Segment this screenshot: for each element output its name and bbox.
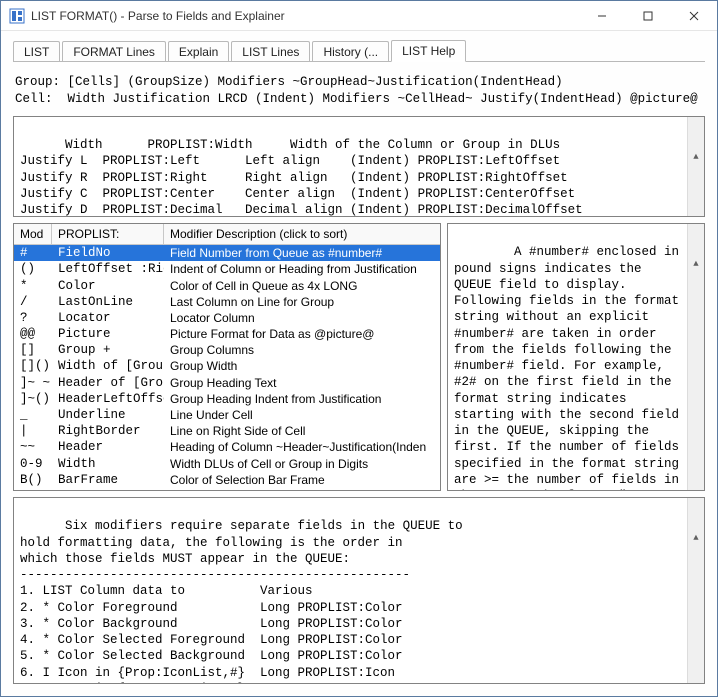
table-row[interactable]: |RightBorderLine on Right Side of Cell: [14, 423, 440, 439]
cell-prop: Group +: [52, 343, 164, 357]
tab-list-help[interactable]: LIST Help: [391, 40, 466, 62]
scroll-up-icon[interactable]: ▲: [688, 257, 704, 274]
cell-prop: Color: [52, 279, 164, 293]
grid-body[interactable]: #FieldNoField Number from Queue as #numb…: [14, 245, 440, 490]
modifier-grid[interactable]: Mod PROPLIST: Modifier Description (clic…: [13, 223, 441, 491]
cell-desc: Last Column on Line for Group: [164, 295, 440, 309]
cell-prop: Width: [52, 457, 164, 471]
scroll-up-icon[interactable]: ▲: [688, 149, 704, 166]
scrollbar-queue[interactable]: ▲: [687, 498, 704, 683]
cell-prop: Header: [52, 440, 164, 454]
col-header-prop[interactable]: PROPLIST:: [52, 224, 164, 244]
cell-desc: Color of Cell in Queue as 4x LONG: [164, 279, 440, 293]
table-row[interactable]: ?LocatorLocator Column: [14, 310, 440, 326]
tab-list[interactable]: LIST: [13, 41, 60, 62]
tab-explain[interactable]: Explain: [168, 41, 229, 62]
table-row[interactable]: ()LeftOffset :RigIndent of Column or Hea…: [14, 261, 440, 277]
col-header-desc[interactable]: Modifier Description (click to sort): [164, 224, 440, 244]
cell-desc: Width DLUs of Cell or Group in Digits: [164, 457, 440, 471]
cell-mod: [](): [14, 359, 52, 373]
cell-prop: LastOnLine: [52, 295, 164, 309]
app-icon: [9, 8, 25, 24]
justify-list-box[interactable]: Width PROPLIST:Width Width of the Column…: [13, 116, 705, 217]
tab-divider: [13, 61, 705, 62]
queue-order-box[interactable]: Six modifiers require separate fields in…: [13, 497, 705, 684]
table-row[interactable]: []()Width of [GrouGroup Width: [14, 358, 440, 374]
tab-list-lines[interactable]: LIST Lines: [231, 41, 310, 62]
cell-prop: HeaderLeftOffse: [52, 392, 164, 406]
table-row[interactable]: []Group +Group Columns: [14, 342, 440, 358]
cell-desc: Group Heading Indent from Justification: [164, 392, 440, 406]
cell-prop: Picture: [52, 327, 164, 341]
cell-mod: /: [14, 295, 52, 309]
main-window: LIST FORMAT() - Parse to Fields and Expl…: [0, 0, 718, 697]
cell-mod: (): [14, 262, 52, 276]
table-row[interactable]: ~~HeaderHeading of Column ~Header~Justif…: [14, 439, 440, 455]
cell-desc: Locator Column: [164, 311, 440, 325]
tab-strip: LIST FORMAT Lines Explain LIST Lines His…: [1, 31, 717, 61]
justify-list-text: Width PROPLIST:Width Width of the Column…: [20, 138, 620, 217]
cell-mod: *: [14, 279, 52, 293]
scrollbar-explain[interactable]: ▲: [687, 224, 704, 490]
col-header-mod[interactable]: Mod: [14, 224, 52, 244]
minimize-button[interactable]: [579, 1, 625, 31]
cell-mod: []: [14, 343, 52, 357]
cell-prop: Underline: [52, 408, 164, 422]
cell-prop: FieldNo: [52, 246, 164, 260]
scrollbar-justify[interactable]: ▲: [687, 117, 704, 216]
window-title: LIST FORMAT() - Parse to Fields and Expl…: [31, 9, 579, 23]
cell-mod: ?: [14, 311, 52, 325]
maximize-button[interactable]: [625, 1, 671, 31]
tab-history[interactable]: History (...: [312, 41, 389, 62]
titlebar: LIST FORMAT() - Parse to Fields and Expl…: [1, 1, 717, 31]
cell-prop: BarFrame: [52, 473, 164, 487]
cell-desc: Line on Right Side of Cell: [164, 424, 440, 438]
cell-desc: Group Columns: [164, 343, 440, 357]
cell-mod: B(): [14, 473, 52, 487]
table-row[interactable]: _UnderlineLine Under Cell: [14, 407, 440, 423]
syntax-text: Group: [Cells] (GroupSize) Modifiers ~Gr…: [13, 70, 705, 110]
table-row[interactable]: *ColorColor of Cell in Queue as 4x LONG: [14, 277, 440, 293]
cell-desc: Heading of Column ~Header~Justification(…: [164, 440, 440, 454]
cell-desc: Group Width: [164, 359, 440, 373]
cell-mod: #: [14, 246, 52, 260]
table-row[interactable]: B()BarFrameColor of Selection Bar Frame: [14, 472, 440, 488]
explain-box[interactable]: A #number# enclosed in pound signs indic…: [447, 223, 705, 491]
grid-header: Mod PROPLIST: Modifier Description (clic…: [14, 224, 440, 245]
cell-prop: Header of [Grou: [52, 376, 164, 390]
cell-desc: Color of Selection Bar Frame: [164, 473, 440, 487]
cell-mod: ~~: [14, 440, 52, 454]
tab-content: Group: [Cells] (GroupSize) Modifiers ~Gr…: [1, 62, 717, 696]
cell-prop: LeftOffset :Rig: [52, 262, 164, 276]
cell-mod: ]~ ~: [14, 376, 52, 390]
explain-text: A #number# enclosed in pound signs indic…: [454, 245, 687, 491]
table-row[interactable]: @@PicturePicture Format for Data as @pic…: [14, 326, 440, 342]
cell-mod: ]~(): [14, 392, 52, 406]
cell-desc: Line Under Cell: [164, 408, 440, 422]
table-row[interactable]: #FieldNoField Number from Queue as #numb…: [14, 245, 440, 261]
mid-row: Mod PROPLIST: Modifier Description (clic…: [13, 223, 705, 491]
table-row[interactable]: /LastOnLineLast Column on Line for Group: [14, 294, 440, 310]
queue-order-text: Six modifiers require separate fields in…: [20, 519, 463, 684]
cell-mod: |: [14, 424, 52, 438]
table-row[interactable]: 0-9WidthWidth DLUs of Cell or Group in D…: [14, 456, 440, 472]
cell-desc: Group Heading Text: [164, 376, 440, 390]
cell-mod: _: [14, 408, 52, 422]
cell-desc: Picture Format for Data as @picture@: [164, 327, 440, 341]
cell-mod: @@: [14, 327, 52, 341]
cell-prop: Width of [Grou: [52, 359, 164, 373]
cell-mod: 0-9: [14, 457, 52, 471]
cell-prop: Locator: [52, 311, 164, 325]
table-row[interactable]: ]~ ~Header of [GrouGroup Heading Text: [14, 375, 440, 391]
tab-format-lines[interactable]: FORMAT Lines: [62, 41, 166, 62]
cell-desc: Indent of Column or Heading from Justifi…: [164, 262, 440, 276]
cell-desc: Field Number from Queue as #number#: [164, 246, 440, 260]
cell-prop: RightBorder: [52, 424, 164, 438]
close-button[interactable]: [671, 1, 717, 31]
scroll-up-icon[interactable]: ▲: [688, 531, 704, 548]
table-row[interactable]: ]~()HeaderLeftOffseGroup Heading Indent …: [14, 391, 440, 407]
